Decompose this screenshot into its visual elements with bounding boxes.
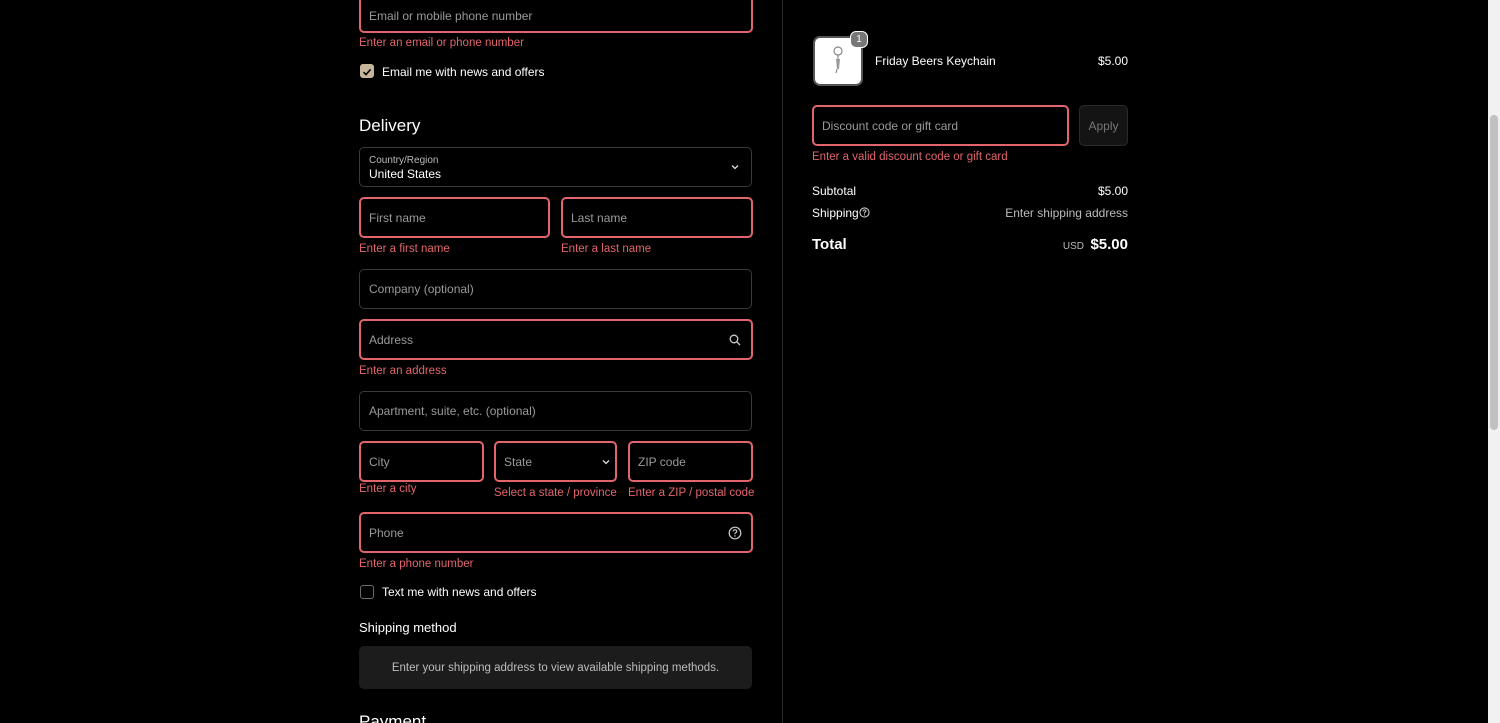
city-error: Enter a city: [359, 483, 417, 495]
last-name-error: Enter a last name: [561, 243, 652, 255]
email-news-checkbox[interactable]: [360, 64, 374, 78]
discount-field[interactable]: Discount code or gift card: [812, 105, 1069, 146]
state-error: Select a state / province: [494, 487, 617, 499]
address-error: Enter an address: [359, 365, 447, 377]
product-price: $5.00: [1097, 54, 1128, 68]
apply-button[interactable]: Apply: [1079, 105, 1128, 146]
company-field[interactable]: Company (optional): [359, 269, 752, 309]
product-name: Friday Beers Keychain: [875, 54, 996, 68]
checkmark-icon: [362, 68, 372, 76]
address-placeholder: Address: [369, 332, 414, 347]
total-value: $5.00: [1090, 236, 1128, 253]
phone-placeholder: Phone: [369, 525, 404, 540]
city-placeholder: City: [369, 454, 390, 469]
email-error: Enter an email or phone number: [359, 37, 524, 49]
subtotal-value: $5.00: [1097, 184, 1128, 198]
zip-field[interactable]: ZIP code: [628, 441, 753, 482]
country-value: United States: [369, 167, 442, 181]
phone-field[interactable]: Phone: [359, 512, 753, 553]
first-name-field[interactable]: First name: [359, 197, 550, 238]
keychain-icon: [833, 46, 843, 74]
phone-error: Enter a phone number: [359, 558, 474, 570]
shipping-label: Shipping: [812, 206, 859, 220]
country-select[interactable]: Country/Region United States: [359, 147, 752, 187]
quantity-value: 1: [856, 34, 862, 45]
zip-placeholder: ZIP code: [638, 454, 686, 469]
total-label: Total: [812, 236, 847, 253]
shipping-method-notice: Enter your shipping address to view avai…: [391, 661, 720, 674]
subtotal-label: Subtotal: [812, 184, 857, 198]
help-circle-icon[interactable]: [728, 526, 742, 540]
email-news-label: Email me with news and offers: [382, 65, 545, 79]
last-name-field[interactable]: Last name: [561, 197, 753, 238]
checkout-form: Email or mobile phone number Enter an em…: [0, 0, 782, 723]
total-currency: USD: [1062, 241, 1084, 252]
quantity-badge: 1: [850, 31, 868, 48]
email-field[interactable]: Email or mobile phone number: [359, 0, 753, 33]
search-icon: [729, 334, 741, 346]
country-label: Country/Region: [369, 155, 439, 166]
apartment-placeholder: Apartment, suite, etc. (optional): [369, 404, 536, 418]
state-placeholder: State: [504, 454, 533, 469]
chevron-down-icon: [729, 161, 741, 173]
first-name-error: Enter a first name: [359, 243, 450, 255]
shipping-value: Enter shipping address: [1005, 206, 1128, 220]
shipping-method-notice-box: Enter your shipping address to view avai…: [359, 646, 752, 689]
city-field[interactable]: City: [359, 441, 484, 482]
last-name-placeholder: Last name: [571, 210, 628, 225]
apply-button-label: Apply: [1088, 118, 1119, 133]
payment-heading: Payment: [359, 712, 427, 723]
company-placeholder: Company (optional): [369, 282, 474, 296]
address-field[interactable]: Address: [359, 319, 753, 360]
chevron-down-icon: [600, 456, 612, 468]
first-name-placeholder: First name: [369, 210, 426, 225]
zip-error: Enter a ZIP / postal code: [628, 487, 755, 499]
text-news-checkbox[interactable]: [360, 585, 374, 599]
text-news-label: Text me with news and offers: [382, 585, 537, 599]
state-select[interactable]: State: [494, 441, 617, 482]
delivery-heading: Delivery: [359, 116, 421, 135]
order-summary: 1 Friday Beers Keychain $5.00 Discount c…: [783, 0, 1488, 723]
shipping-method-heading: Shipping method: [359, 620, 457, 635]
email-placeholder: Email or mobile phone number: [369, 8, 533, 23]
scrollbar-thumb[interactable]: [1490, 115, 1498, 430]
help-circle-icon[interactable]: [859, 207, 870, 218]
discount-error: Enter a valid discount code or gift card: [812, 151, 1008, 163]
discount-placeholder: Discount code or gift card: [822, 118, 959, 133]
apartment-field[interactable]: Apartment, suite, etc. (optional): [359, 391, 752, 431]
